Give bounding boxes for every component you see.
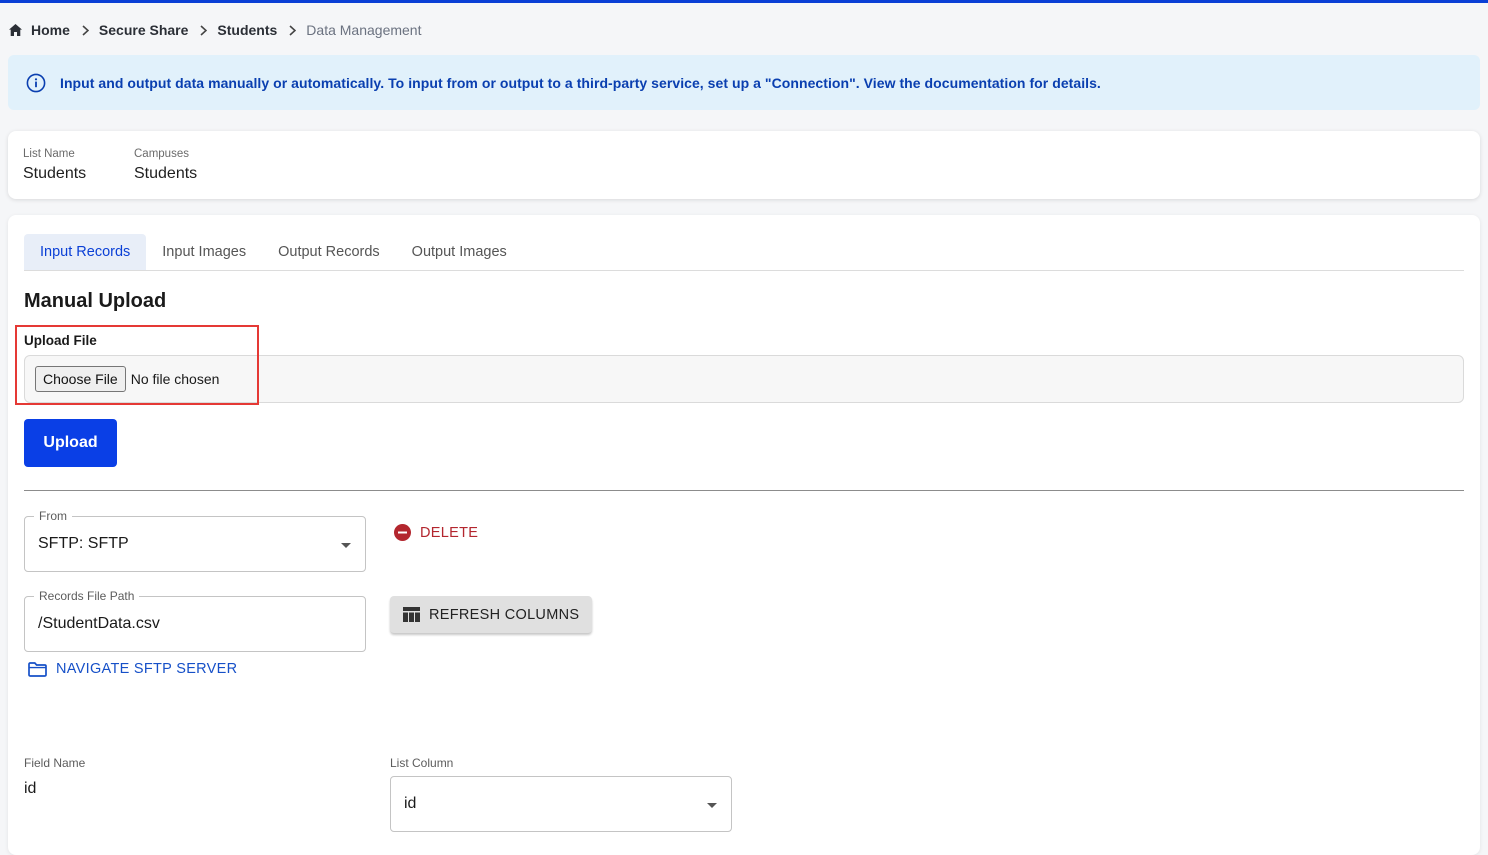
campuses-label: Campuses <box>134 148 189 160</box>
file-status: No file chosen <box>130 371 220 387</box>
list-name-value: Students <box>23 165 87 182</box>
list-column-value: id <box>404 795 417 812</box>
dropdown-arrow-icon <box>341 543 351 548</box>
field-name-header: Field Name <box>24 756 86 770</box>
home-icon <box>9 24 22 36</box>
section-divider <box>24 490 1464 491</box>
tab-output-records[interactable]: Output Records <box>262 234 396 270</box>
page: Home Secure Share Students Data Manageme… <box>0 3 1488 855</box>
field-name-value: id <box>24 780 37 797</box>
campuses-value: Students <box>134 165 198 182</box>
dropdown-arrow-icon <box>707 803 717 808</box>
records-file-path-field[interactable]: Records File Path /StudentData.csv <box>24 589 366 652</box>
breadcrumb-home-label: Home <box>31 22 70 38</box>
upload-button[interactable]: Upload <box>24 419 117 467</box>
upload-file-label: Upload File <box>24 333 97 348</box>
remove-circle-icon <box>394 524 411 541</box>
tab-input-records[interactable]: Input Records <box>24 234 147 270</box>
info-icon <box>26 73 46 93</box>
records-file-path-label: Records File Path <box>34 589 140 603</box>
breadcrumb-current: Data Management <box>306 22 422 38</box>
table-columns-icon <box>403 607 420 622</box>
file-input[interactable]: Choose File No file chosen <box>24 355 1464 403</box>
delete-button[interactable]: DELETE <box>394 524 478 541</box>
list-name-group: List Name Students <box>23 148 86 183</box>
choose-file-button[interactable]: Choose File <box>35 366 126 392</box>
tab-output-images[interactable]: Output Images <box>396 234 523 270</box>
from-label: From <box>34 509 72 523</box>
banner-text: Input and output data manually or automa… <box>60 74 1101 91</box>
refresh-columns-button[interactable]: REFRESH COLUMNS <box>390 596 592 633</box>
breadcrumb-students[interactable]: Students <box>217 22 277 38</box>
navigate-sftp-label: NAVIGATE SFTP SERVER <box>56 661 238 677</box>
tab-input-images[interactable]: Input Images <box>146 234 262 270</box>
breadcrumb-home[interactable]: Home <box>9 22 70 38</box>
tab-bar: Input Records Input Images Output Record… <box>24 234 1464 271</box>
delete-label: DELETE <box>420 524 479 541</box>
chevron-right-icon <box>82 24 89 36</box>
list-column-select[interactable]: id <box>390 776 732 832</box>
list-name-label: List Name <box>23 148 75 160</box>
manual-upload-title: Manual Upload <box>24 290 167 312</box>
info-banner: Input and output data manually or automa… <box>8 55 1480 110</box>
records-file-path-value: /StudentData.csv <box>38 615 160 632</box>
from-select[interactable]: From SFTP: SFTP <box>24 509 366 572</box>
list-column-header: List Column <box>390 756 454 770</box>
breadcrumb: Home Secure Share Students Data Manageme… <box>9 20 421 40</box>
list-info-card: List Name Students Campuses Students <box>8 131 1480 199</box>
folder-icon <box>28 661 47 677</box>
breadcrumb-secure-share[interactable]: Secure Share <box>99 22 189 38</box>
chevron-right-icon <box>200 24 208 36</box>
data-management-card: Input Records Input Images Output Record… <box>8 215 1480 855</box>
chevron-right-icon <box>289 24 297 36</box>
from-value: SFTP: SFTP <box>38 535 129 552</box>
refresh-columns-label: REFRESH COLUMNS <box>429 606 580 623</box>
campuses-group: Campuses Students <box>134 148 197 183</box>
navigate-sftp-link[interactable]: NAVIGATE SFTP SERVER <box>28 661 237 677</box>
